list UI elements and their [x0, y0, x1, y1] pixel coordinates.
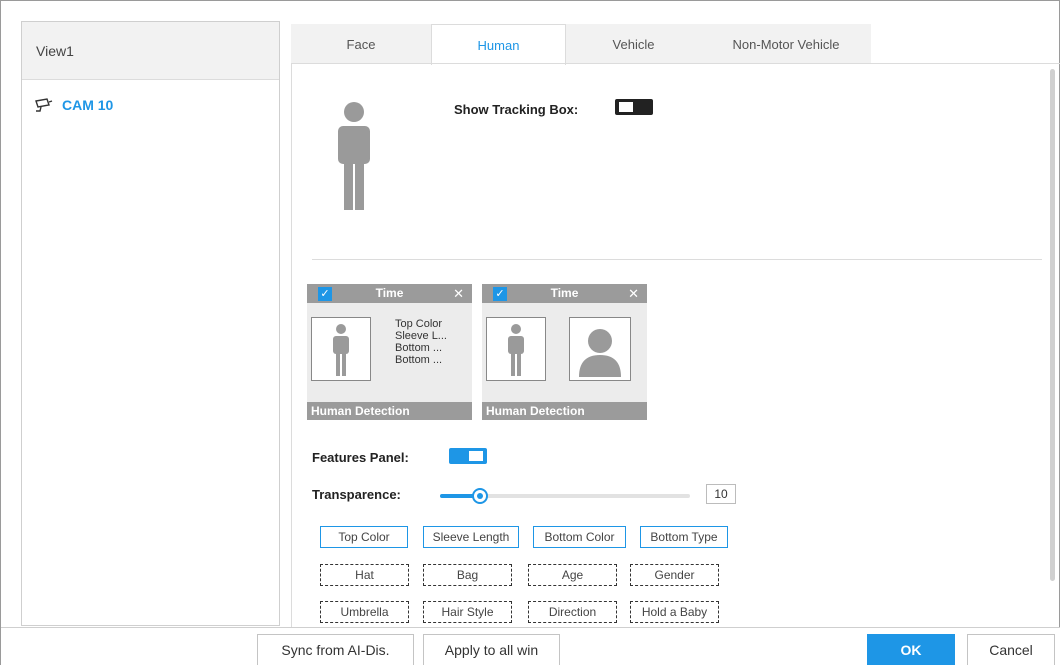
close-icon[interactable]: ✕ — [628, 286, 639, 302]
transparence-slider[interactable] — [440, 488, 690, 504]
apply-to-all-button[interactable]: Apply to all win — [423, 634, 560, 665]
show-tracking-box-toggle[interactable] — [615, 99, 653, 115]
human-figure-icon — [508, 324, 524, 376]
human-settings-content: Show Tracking Box: ✓ Time ✕ Top Color Sl… — [291, 63, 1060, 627]
tab-face[interactable]: Face — [291, 24, 431, 64]
feature-age[interactable]: Age — [528, 564, 617, 586]
attribute-line: Top Color — [395, 318, 443, 330]
feature-umbrella[interactable]: Umbrella — [320, 601, 409, 623]
tab-non-motor-vehicle[interactable]: Non-Motor Vehicle — [701, 24, 871, 64]
preview-card-snapshot: ✓ Time ✕ Human Detection — [482, 284, 647, 420]
feature-gender[interactable]: Gender — [630, 564, 719, 586]
human-thumbnail — [486, 317, 546, 381]
close-icon[interactable]: ✕ — [453, 286, 464, 302]
toggle-knob — [619, 102, 633, 112]
feature-bottom-type[interactable]: Bottom Type — [640, 526, 728, 548]
features-panel-label: Features Panel: — [312, 450, 409, 465]
feature-sleeve-length[interactable]: Sleeve Length — [423, 526, 519, 548]
cancel-button[interactable]: Cancel — [967, 634, 1055, 665]
tab-human[interactable]: Human — [431, 24, 566, 65]
person-silhouette-icon — [579, 329, 621, 377]
attribute-line: Bottom ... — [395, 354, 443, 366]
slider-handle[interactable] — [472, 488, 488, 504]
view-header[interactable]: View1 — [22, 22, 279, 80]
human-thumbnail — [311, 317, 371, 381]
attribute-line: Sleeve L... — [395, 330, 447, 342]
human-figure-icon — [333, 324, 349, 376]
section-divider — [312, 259, 1042, 260]
vertical-scrollbar[interactable] — [1050, 69, 1055, 581]
feature-bag[interactable]: Bag — [423, 564, 512, 586]
face-thumbnail — [569, 317, 631, 381]
feature-bottom-color[interactable]: Bottom Color — [533, 526, 626, 548]
card-title: Time — [550, 286, 579, 300]
feature-hat[interactable]: Hat — [320, 564, 409, 586]
attribute-list: Top Color Sleeve L... Bottom ... Bottom … — [395, 318, 447, 366]
category-tabs: Face Human Vehicle Non-Motor Vehicle — [291, 24, 871, 65]
camera-icon — [35, 98, 53, 112]
features-panel-toggle[interactable] — [449, 448, 487, 464]
camera-item[interactable]: CAM 10 — [34, 94, 279, 116]
card-footer: Human Detection — [482, 402, 647, 420]
transparence-value-input[interactable]: 10 — [706, 484, 736, 504]
attribute-line: Bottom ... — [395, 342, 443, 354]
toggle-knob — [469, 451, 483, 461]
transparence-label: Transparence: — [312, 487, 401, 502]
human-figure-icon — [338, 102, 370, 210]
card-header: ✓ Time ✕ — [307, 284, 472, 303]
tab-vehicle[interactable]: Vehicle — [566, 24, 701, 64]
smart-overlay-dialog: View1 CAM 10 Face Human Vehicle Non-Moto… — [0, 0, 1060, 665]
card-title: Time — [375, 286, 404, 300]
sync-from-ai-button[interactable]: Sync from AI-Dis. — [257, 634, 414, 665]
ok-button[interactable]: OK — [867, 634, 955, 665]
camera-label: CAM 10 — [62, 97, 114, 113]
preview-card-attributes: ✓ Time ✕ Top Color Sleeve L... Bottom ..… — [307, 284, 472, 420]
card-header: ✓ Time ✕ — [482, 284, 647, 303]
feature-hair-style[interactable]: Hair Style — [423, 601, 512, 623]
feature-direction[interactable]: Direction — [528, 601, 617, 623]
view-title: View1 — [36, 42, 74, 59]
feature-top-color[interactable]: Top Color — [320, 526, 408, 548]
feature-hold-a-baby[interactable]: Hold a Baby — [630, 601, 719, 623]
card-footer: Human Detection — [307, 402, 472, 420]
show-tracking-box-label: Show Tracking Box: — [454, 102, 579, 117]
window-list-panel: View1 CAM 10 — [21, 21, 280, 626]
